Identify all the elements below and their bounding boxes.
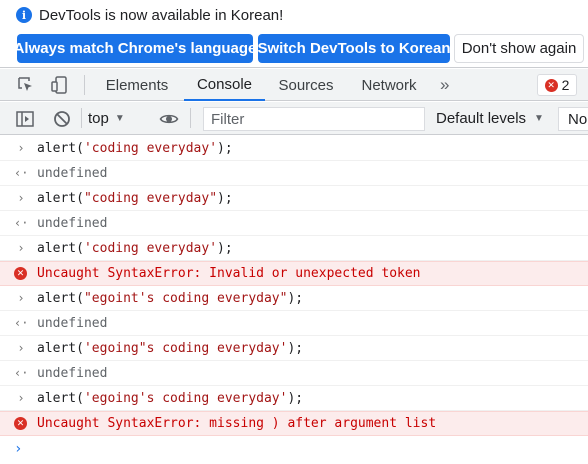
console-result-text: undefined — [37, 315, 108, 331]
console-result-text: undefined — [37, 365, 108, 381]
caret-down-icon: ▼ — [114, 113, 125, 124]
device-toolbar-icon[interactable] — [50, 75, 70, 95]
more-tabs-button[interactable]: » — [440, 69, 449, 101]
issues-button[interactable]: No — [558, 107, 588, 131]
result-arrow-icon: ‹· — [14, 216, 29, 230]
tab-elements[interactable]: Elements — [94, 69, 180, 101]
console-input-row: › alert('egoing"s coding everyday'); — [0, 336, 588, 361]
input-chevron-icon: › — [17, 191, 25, 205]
error-count: 2 — [561, 77, 570, 93]
console-result-row: ‹· undefined — [0, 361, 588, 386]
console-input-text[interactable]: alert("egoint's coding everyday"); — [37, 291, 303, 306]
console-result-row: ‹· undefined — [0, 211, 588, 236]
result-arrow-icon: ‹· — [14, 166, 29, 180]
toolbar-divider — [81, 108, 82, 128]
console-input-text[interactable]: alert('egoing's coding everyday'); — [37, 391, 303, 406]
console-input-row: › alert("coding everyday"); — [0, 186, 588, 211]
console-error-row: ✕ Uncaught SyntaxError: Invalid or unexp… — [0, 261, 588, 286]
input-chevron-icon: › — [17, 391, 25, 405]
console-input-row: › alert('coding everyday'); — [0, 236, 588, 261]
eye-icon[interactable] — [159, 109, 179, 129]
context-selector[interactable]: top ▼ — [88, 102, 125, 135]
console-input-row: › alert('coding everyday'); — [0, 136, 588, 161]
console-error-row: ✕ Uncaught SyntaxError: missing ) after … — [0, 411, 588, 436]
switch-to-korean-button[interactable]: Switch DevTools to Korean — [257, 34, 451, 63]
log-levels-dropdown[interactable]: Default levels ▼ — [436, 102, 544, 135]
tab-sources[interactable]: Sources — [269, 69, 343, 101]
info-icon: i — [16, 7, 32, 23]
toolbar-divider — [190, 108, 191, 128]
console-result-text: undefined — [37, 165, 108, 181]
console-messages: › alert('coding everyday'); ‹· undefined… — [0, 136, 588, 462]
sidebar-toggle-icon[interactable] — [15, 109, 35, 129]
console-result-row: ‹· undefined — [0, 161, 588, 186]
dont-show-again-button[interactable]: Don't show again — [454, 34, 584, 63]
infobar-message-row: i DevTools is now available in Korean! — [16, 6, 283, 24]
log-levels-label: Default levels — [436, 110, 527, 127]
console-input-text[interactable]: alert('coding everyday'); — [37, 141, 233, 156]
error-icon: ✕ — [14, 417, 27, 430]
input-chevron-icon: › — [17, 241, 25, 255]
match-chrome-language-button[interactable]: Always match Chrome's language — [14, 34, 256, 63]
input-chevron-icon: › — [17, 141, 25, 155]
context-label: top — [88, 110, 109, 127]
result-arrow-icon: ‹· — [14, 366, 29, 380]
console-input-text[interactable]: alert('egoing"s coding everyday'); — [37, 341, 303, 356]
inspect-element-icon[interactable] — [16, 75, 36, 95]
console-input-row: › alert("egoint's coding everyday"); — [0, 286, 588, 311]
console-toolbar: top ▼ Filter Default levels ▼ No — [0, 102, 588, 135]
result-arrow-icon: ‹· — [14, 316, 29, 330]
caret-down-icon: ▼ — [534, 113, 544, 124]
language-infobar: i DevTools is now available in Korean! A… — [0, 0, 588, 68]
console-input-text[interactable]: alert('coding everyday'); — [37, 241, 233, 256]
console-prompt[interactable]: › — [0, 436, 588, 462]
clear-console-icon[interactable] — [52, 109, 72, 129]
error-icon: ✕ — [544, 78, 558, 92]
input-chevron-icon: › — [17, 341, 25, 355]
tab-console[interactable]: Console — [184, 69, 265, 101]
infobar-message: DevTools is now available in Korean! — [39, 6, 284, 24]
tab-network[interactable]: Network — [349, 69, 429, 101]
filter-input[interactable]: Filter — [203, 107, 425, 131]
prompt-chevron-icon: › — [14, 441, 23, 457]
console-result-text: undefined — [37, 215, 108, 231]
console-result-row: ‹· undefined — [0, 311, 588, 336]
devtools-tab-bar: Elements Console Sources Network » ✕ 2 — [0, 69, 588, 101]
error-count-badge[interactable]: ✕ 2 — [537, 74, 577, 96]
console-input-text[interactable]: alert("coding everyday"); — [37, 191, 233, 206]
console-error-text[interactable]: Uncaught SyntaxError: Invalid or unexpec… — [37, 266, 421, 281]
console-input-row: › alert('egoing's coding everyday'); — [0, 386, 588, 411]
error-icon: ✕ — [14, 267, 27, 280]
console-error-text[interactable]: Uncaught SyntaxError: missing ) after ar… — [37, 416, 436, 431]
toolbar-divider — [84, 75, 85, 95]
input-chevron-icon: › — [17, 291, 25, 305]
filter-placeholder: Filter — [211, 110, 245, 128]
